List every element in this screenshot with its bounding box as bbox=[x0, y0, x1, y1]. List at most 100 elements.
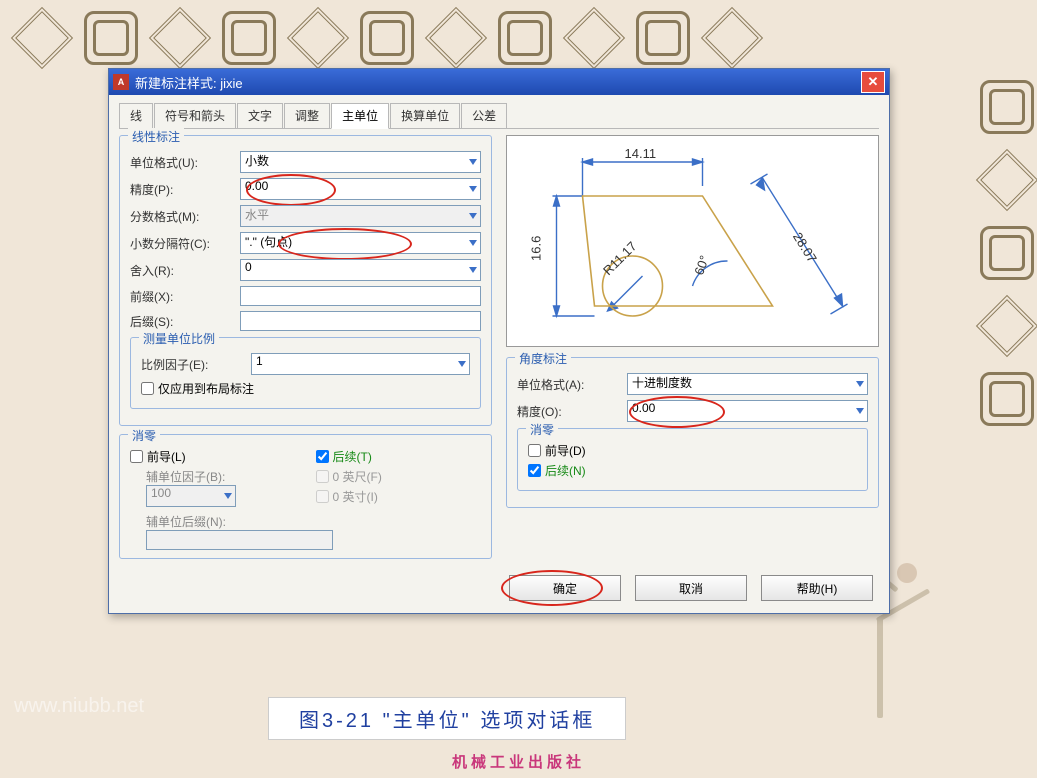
ornament-knot bbox=[360, 11, 414, 65]
trailing-checkbox[interactable]: 后续(T) bbox=[316, 448, 482, 465]
tab-lines[interactable]: 线 bbox=[119, 103, 153, 128]
close-button[interactable]: ✕ bbox=[861, 71, 885, 93]
titlebar[interactable]: A 新建标注样式: jixie ✕ bbox=[109, 69, 889, 95]
layout-only-checkbox[interactable]: 仅应用到布局标注 bbox=[141, 380, 470, 397]
prefix-input[interactable] bbox=[240, 286, 481, 306]
dimension-preview: 14.11 16.6 R11.17 60° 28.07 bbox=[506, 135, 879, 347]
subunit-suffix-label: 辅单位后缀(N): bbox=[146, 513, 296, 530]
ornament-knot bbox=[498, 11, 552, 65]
ornament-diamond bbox=[701, 7, 763, 69]
ornament-diamond bbox=[425, 7, 487, 69]
preview-dim-w: 14.11 bbox=[625, 146, 657, 161]
group-linear: 线性标注 单位格式(U): 小数 精度(P): 0.00 分数格式(M): bbox=[119, 135, 492, 426]
publisher: 机械工业出版社 bbox=[0, 751, 1037, 772]
ornament-diamond bbox=[287, 7, 349, 69]
zero-feet-check bbox=[316, 470, 329, 483]
ang-trailing-checkbox[interactable]: 后续(N) bbox=[528, 462, 857, 479]
zero-feet-checkbox: 0 英尺(F) bbox=[316, 468, 482, 485]
ang-leading-checkbox[interactable]: 前导(D) bbox=[528, 442, 857, 459]
decimal-sep-select[interactable]: "." (句点) bbox=[240, 232, 481, 254]
tab-primary-units[interactable]: 主单位 bbox=[331, 103, 389, 129]
ang-precision-label: 精度(O): bbox=[517, 403, 627, 420]
precision-select[interactable]: 0.00 bbox=[240, 178, 481, 200]
fraction-format-label: 分数格式(M): bbox=[130, 208, 240, 225]
cancel-button[interactable]: 取消 bbox=[635, 575, 747, 601]
suffix-input[interactable] bbox=[240, 311, 481, 331]
zero-inches-checkbox: 0 英寸(I) bbox=[316, 488, 482, 505]
ang-trailing-label: 后续(N) bbox=[545, 462, 586, 479]
fraction-format-select: 水平 bbox=[240, 205, 481, 227]
tab-tolerance[interactable]: 公差 bbox=[461, 103, 507, 128]
precision-label: 精度(P): bbox=[130, 181, 240, 198]
suffix-label: 后缀(S): bbox=[130, 313, 240, 330]
round-select[interactable]: 0 bbox=[240, 259, 481, 281]
app-icon: A bbox=[113, 74, 129, 90]
zero-inches-check bbox=[316, 490, 329, 503]
help-button[interactable]: 帮助(H) bbox=[761, 575, 873, 601]
group-legend: 消零 bbox=[526, 421, 558, 438]
page-root: www.niubb.net A 新建标注样式: jixie ✕ 线 符号和箭头 … bbox=[0, 0, 1037, 778]
ornament-knot bbox=[636, 11, 690, 65]
scale-factor-input[interactable]: 1 bbox=[251, 353, 470, 375]
ornament-knot bbox=[980, 80, 1034, 134]
group-legend: 消零 bbox=[128, 427, 160, 444]
tab-alt-units[interactable]: 换算单位 bbox=[390, 103, 460, 128]
group-zero-angular: 消零 前导(D) 后续(N) bbox=[517, 428, 868, 491]
button-row: 确定 取消 帮助(H) bbox=[119, 567, 879, 601]
scale-factor-label: 比例因子(E): bbox=[141, 356, 251, 373]
ornament-diamond bbox=[976, 295, 1037, 357]
zero-feet-label: 0 英尺(F) bbox=[333, 468, 382, 485]
ornament-diamond bbox=[149, 7, 211, 69]
subunit-suffix-input bbox=[146, 530, 333, 550]
ornament-diamond bbox=[976, 149, 1037, 211]
subunit-factor-label: 辅单位因子(B): bbox=[146, 468, 296, 485]
right-column: 14.11 16.6 R11.17 60° 28.07 角度标注 单位格式(A)… bbox=[506, 135, 879, 567]
group-legend: 线性标注 bbox=[128, 128, 184, 145]
group-legend: 测量单位比例 bbox=[139, 330, 219, 347]
watermark: www.niubb.net bbox=[14, 695, 144, 718]
unit-format-select[interactable]: 小数 bbox=[240, 151, 481, 173]
ornament-knot bbox=[222, 11, 276, 65]
group-scale: 测量单位比例 比例因子(E): 1 仅应用到布局标注 bbox=[130, 337, 481, 409]
layout-only-check[interactable] bbox=[141, 382, 154, 395]
leading-check[interactable] bbox=[130, 450, 143, 463]
preview-dim-diag: 28.07 bbox=[790, 230, 820, 266]
ang-unit-label: 单位格式(A): bbox=[517, 376, 627, 393]
preview-dim-h: 16.6 bbox=[529, 236, 544, 261]
group-angular: 角度标注 单位格式(A): 十进制度数 精度(O): 0.00 消零 bbox=[506, 357, 879, 508]
group-zero-linear: 消零 前导(L) 辅单位因子(B): 100 辅单位后缀(N bbox=[119, 434, 492, 559]
group-legend: 角度标注 bbox=[515, 350, 571, 367]
ang-precision-select[interactable]: 0.00 bbox=[627, 400, 868, 422]
tab-fit[interactable]: 调整 bbox=[284, 103, 330, 128]
tab-strip: 线 符号和箭头 文字 调整 主单位 换算单位 公差 bbox=[119, 103, 879, 129]
trailing-label: 后续(T) bbox=[333, 448, 372, 465]
ornament-knot bbox=[980, 226, 1034, 280]
dimension-style-dialog: A 新建标注样式: jixie ✕ 线 符号和箭头 文字 调整 主单位 换算单位… bbox=[108, 68, 890, 614]
ok-button[interactable]: 确定 bbox=[509, 575, 621, 601]
prefix-label: 前缀(X): bbox=[130, 288, 240, 305]
ornament-diamond bbox=[11, 7, 73, 69]
leading-label: 前导(L) bbox=[147, 448, 186, 465]
dialog-title: 新建标注样式: jixie bbox=[135, 73, 861, 92]
ang-leading-check[interactable] bbox=[528, 444, 541, 457]
subunit-factor-input: 100 bbox=[146, 485, 236, 507]
figure-caption: 图3-21 "主单位" 选项对话框 bbox=[268, 697, 626, 740]
dialog-body: 线 符号和箭头 文字 调整 主单位 换算单位 公差 线性标注 单位格式(U): … bbox=[109, 95, 889, 613]
ornament-knot bbox=[980, 372, 1034, 426]
zero-inches-label: 0 英寸(I) bbox=[333, 488, 378, 505]
decimal-sep-label: 小数分隔符(C): bbox=[130, 235, 240, 252]
ornament-diamond bbox=[563, 7, 625, 69]
trailing-check[interactable] bbox=[316, 450, 329, 463]
ornament-knot bbox=[84, 11, 138, 65]
ornament-top bbox=[0, 0, 1037, 76]
ang-trailing-check[interactable] bbox=[528, 464, 541, 477]
unit-format-label: 单位格式(U): bbox=[130, 154, 240, 171]
round-label: 舍入(R): bbox=[130, 262, 240, 279]
left-column: 线性标注 单位格式(U): 小数 精度(P): 0.00 分数格式(M): bbox=[119, 135, 492, 567]
leading-checkbox[interactable]: 前导(L) bbox=[130, 448, 296, 465]
preview-dim-ang: 60° bbox=[691, 253, 712, 277]
ang-unit-select[interactable]: 十进制度数 bbox=[627, 373, 868, 395]
tab-text[interactable]: 文字 bbox=[237, 103, 283, 128]
layout-only-label: 仅应用到布局标注 bbox=[158, 380, 254, 397]
tab-symbols[interactable]: 符号和箭头 bbox=[154, 103, 236, 128]
